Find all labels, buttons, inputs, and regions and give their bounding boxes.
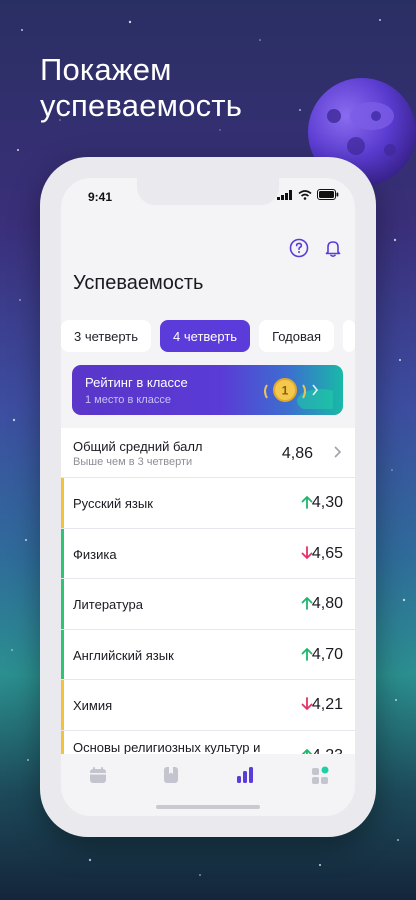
headline-line-2: успеваемость (40, 88, 243, 123)
signal-icon (277, 189, 292, 200)
subject-row[interactable]: Английский язык 4,70 (61, 629, 355, 681)
subject-name: Физика (73, 546, 117, 562)
subject-name: Литература (73, 597, 143, 613)
subject-status-bar (61, 528, 64, 579)
battery-icon (317, 189, 339, 200)
bottom-navigation (61, 754, 355, 816)
average-subtitle: Выше чем в 3 четверти (73, 456, 193, 468)
medal-place: 1 (282, 384, 289, 398)
subject-status-bar (61, 579, 64, 629)
medal-icon: 1 (264, 378, 333, 409)
calendar-icon[interactable] (88, 765, 108, 785)
subject-name: Английский язык (73, 647, 174, 663)
status-time: 9:41 (88, 190, 113, 204)
subject-grade: 4,30 (311, 494, 343, 511)
services-icon[interactable] (310, 765, 330, 785)
app-screen: 9:41 Успеваемость 3 четверть 4 четверть … (61, 178, 355, 816)
average-value: 4,86 (281, 445, 313, 462)
phone-frame: 9:41 Успеваемость 3 четверть 4 четверть … (40, 157, 376, 837)
grades-list: Общий средний балл Выше чем в 3 четверти… (61, 428, 355, 782)
subject-status-bar (61, 680, 64, 730)
headline: Покажем успеваемость (40, 52, 242, 124)
period-tabs: 3 четверть 4 четверть Годовая (61, 320, 355, 352)
subject-grade: 4,65 (311, 544, 343, 562)
phone-notch (137, 178, 279, 205)
subject-row[interactable]: Русский язык 4,30 (61, 478, 355, 529)
bell-icon[interactable] (323, 238, 343, 258)
subject-status-bar (61, 478, 64, 528)
chart-icon[interactable] (235, 765, 255, 785)
subject-grade: 4,70 (311, 645, 343, 663)
header-actions (289, 238, 343, 258)
subject-row[interactable]: Литература 4,80 (61, 579, 355, 630)
subject-row[interactable]: Физика 4,65 (61, 528, 355, 580)
rating-subtitle: 1 место в классе (85, 394, 171, 406)
diary-icon[interactable] (161, 765, 181, 785)
status-icons (277, 189, 339, 200)
tab-quarter-3[interactable]: 3 четверть (61, 320, 152, 352)
tab-year[interactable]: Годовая (259, 320, 335, 352)
subject-grade: 4,21 (311, 696, 343, 714)
wifi-icon (298, 189, 312, 200)
tab-next-partial[interactable] (343, 320, 355, 352)
page-title: Успеваемость (73, 272, 204, 294)
subject-name: Химия (73, 698, 113, 714)
subject-status-bar (61, 629, 64, 680)
subject-name: Русский язык (73, 496, 153, 511)
question-icon[interactable] (289, 238, 309, 258)
headline-line-1: Покажем (40, 52, 172, 87)
subject-grade: 4,80 (311, 595, 343, 613)
tab-quarter-4[interactable]: 4 четверть (160, 320, 251, 352)
rating-title: Рейтинг в классе (85, 375, 188, 390)
class-rating-card[interactable]: Рейтинг в классе 1 место в классе 1 (72, 365, 343, 415)
chevron-right-icon (334, 446, 342, 458)
subject-row[interactable]: Химия 4,21 (61, 680, 355, 731)
average-score-row[interactable]: Общий средний балл Выше чем в 3 четверти… (61, 428, 355, 478)
average-title: Общий средний балл (73, 439, 203, 454)
home-indicator (156, 805, 260, 809)
